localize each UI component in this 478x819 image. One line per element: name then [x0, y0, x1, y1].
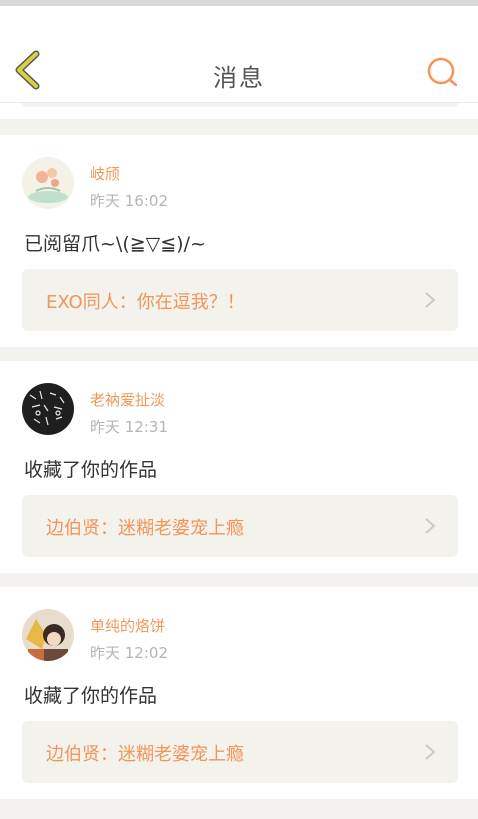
sender-name[interactable]: 岐颀	[90, 163, 120, 184]
chevron-right-icon	[425, 744, 436, 760]
referenced-work[interactable]: EXO同人：你在逗我？！	[22, 269, 458, 331]
search-icon[interactable]	[424, 54, 460, 90]
referenced-work-title: 边伯贤：迷糊老婆宠上瘾	[46, 518, 244, 539]
avatar[interactable]	[22, 383, 74, 435]
chevron-right-icon	[425, 518, 436, 534]
previous-card-partial	[0, 103, 478, 119]
page-title: 消息	[213, 64, 265, 92]
message-card: 老衲爱扯淡 昨天 12:31 收藏了你的作品 边伯贤：迷糊老婆宠上瘾	[0, 361, 478, 573]
message-text: 收藏了你的作品	[24, 459, 158, 481]
top-navigation-bar: 消息	[0, 6, 478, 103]
message-text: 收藏了你的作品	[24, 685, 158, 707]
message-time: 昨天 12:31	[90, 418, 168, 436]
referenced-work[interactable]: 边伯贤：迷糊老婆宠上瘾	[22, 721, 458, 783]
chevron-right-icon	[425, 292, 436, 308]
avatar[interactable]	[22, 157, 74, 209]
message-time: 昨天 12:02	[90, 644, 168, 662]
sender-name[interactable]: 老衲爱扯淡	[90, 389, 165, 410]
message-text: 已阅留爪~\(≧▽≦)/~	[24, 233, 206, 255]
message-card: 单纯的烙饼 昨天 12:02 收藏了你的作品 边伯贤：迷糊老婆宠上瘾	[0, 587, 478, 799]
avatar[interactable]	[22, 609, 74, 661]
message-card: 岐颀 昨天 16:02 已阅留爪~\(≧▽≦)/~ EXO同人：你在逗我？！	[0, 135, 478, 347]
referenced-work[interactable]: 边伯贤：迷糊老婆宠上瘾	[22, 495, 458, 557]
referenced-work-title: 边伯贤：迷糊老婆宠上瘾	[46, 744, 244, 765]
message-time: 昨天 16:02	[90, 192, 168, 210]
referenced-work-title: EXO同人：你在逗我？！	[46, 292, 245, 313]
sender-name[interactable]: 单纯的烙饼	[90, 615, 165, 636]
